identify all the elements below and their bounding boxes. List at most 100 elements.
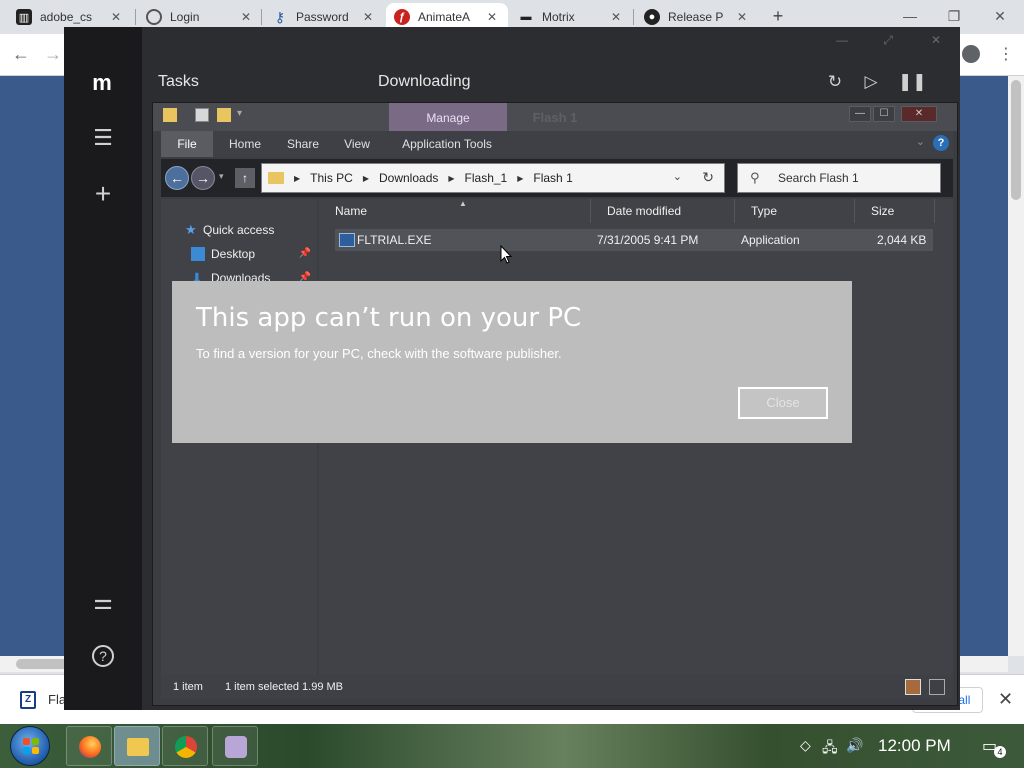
minimize-icon[interactable]: — [898,6,922,26]
address-bar: ← → ▾ ↑ ▶ This PC ▶ Downloads ▶ Flash_1 … [161,159,953,197]
explorer-maximize-icon[interactable]: ☐ [873,106,895,122]
file-explorer-icon [127,738,149,756]
breadcrumb-flash-1-zip[interactable]: Flash_1 [465,171,508,185]
breadcrumb-separator-icon[interactable]: ▶ [448,174,454,183]
recent-locations-icon[interactable]: ▾ [219,171,224,182]
restore-icon[interactable]: ❐ [942,6,966,26]
close-button[interactable]: Close [738,387,828,419]
explorer-close-icon[interactable]: ✕ [901,106,937,122]
volume-icon[interactable]: 🔊 [846,737,863,754]
ribbon-tab-file[interactable]: File [161,131,213,157]
breadcrumb-separator-icon[interactable]: ▶ [294,174,300,183]
item-count: 1 item [173,681,203,693]
refresh-icon[interactable]: ↻ [702,169,714,186]
dialog-message: To find a version for your PC, check wit… [196,346,562,361]
start-button[interactable] [10,726,50,766]
breadcrumb-downloads[interactable]: Downloads [379,171,438,185]
pause-icon[interactable]: ❚❚ [898,71,927,93]
expand-ribbon-icon[interactable]: ⌄ [916,135,925,148]
address-dropdown-icon[interactable]: ⌄ [673,170,682,183]
column-header-size[interactable]: Size [855,199,935,223]
motrix-minimize-icon[interactable]: — [832,33,852,49]
error-dialog: This app can’t run on your PC To find a … [172,281,852,443]
flash-icon: ƒ [394,9,410,25]
ribbon-tab-share[interactable]: Share [277,131,329,157]
ribbon-tab-view[interactable]: View [333,131,381,157]
details-view-icon[interactable] [905,679,921,695]
ribbon-tab-application-tools[interactable]: Application Tools [389,131,505,157]
close-tab-icon[interactable]: ✕ [734,10,750,24]
play-icon[interactable]: ▷ [860,71,882,93]
tab-label: Login [170,10,200,24]
large-icons-view-icon[interactable] [929,679,945,695]
mouse-pointer-icon [500,245,512,264]
file-date: 7/31/2005 9:41 PM [597,233,699,247]
profile-icon[interactable] [962,45,980,63]
breadcrumb-separator-icon[interactable]: ▶ [363,174,369,183]
taskbar-firefox[interactable] [66,726,112,766]
notifications-icon[interactable]: ▭ 4 [982,736,1006,758]
new-tab-button[interactable]: + [768,6,788,26]
close-shelf-icon[interactable]: ✕ [998,689,1013,710]
zip-file-icon: Z [20,691,36,709]
column-header-name[interactable]: Name [319,199,591,223]
taskbar-app[interactable] [212,726,258,766]
forward-icon[interactable]: → [191,166,215,190]
column-header-date[interactable]: Date modified [591,199,735,223]
close-tab-icon[interactable]: ✕ [238,10,254,24]
up-folder-icon[interactable]: ↑ [235,168,255,188]
network-icon[interactable]: 🖧 [822,737,838,761]
library-icon: ▥ [16,9,32,25]
close-tab-icon[interactable]: ✕ [360,10,376,24]
close-tab-icon[interactable]: ✕ [608,10,624,24]
nav-quick-access[interactable]: ★ Quick access [161,219,317,241]
help-icon[interactable]: ? [92,645,114,667]
pin-icon: 📌 [298,248,311,259]
breadcrumb-separator-icon[interactable]: ▶ [517,174,523,183]
explorer-minimize-icon[interactable]: — [849,106,871,122]
settings-sliders-icon[interactable]: ⚌ [90,589,116,615]
breadcrumb[interactable]: ▶ This PC ▶ Downloads ▶ Flash_1 ▶ Flash … [261,163,725,193]
notification-count: 4 [994,746,1006,758]
nav-desktop[interactable]: Desktop 📌 [161,243,317,265]
back-arrow-icon[interactable]: ← [12,44,30,65]
tray-network-diamond-icon[interactable]: ◇ [800,737,811,754]
tab-label: Motrix [542,10,575,24]
motrix-sidebar: m ☰ + ⚌ ? [64,27,142,710]
vertical-scrollbar[interactable] [1008,76,1024,656]
close-tab-icon[interactable]: ✕ [484,10,500,24]
folder-icon [268,172,284,184]
motrix-maximize-icon[interactable]: ⤢ [878,33,898,49]
help-icon[interactable]: ? [933,135,949,151]
downloading-title: Downloading [378,73,471,90]
taskbar-chrome[interactable] [162,726,208,766]
close-tab-icon[interactable]: ✕ [108,10,124,24]
file-size: 2,044 KB [877,233,927,247]
status-bar: 1 item 1 item selected 1.99 MB [161,675,953,699]
motrix-icon: ▬ [520,11,532,23]
more-menu-icon[interactable]: ⋮ [998,44,1014,64]
search-input[interactable]: ⚲ Search Flash 1 [737,163,941,193]
add-task-icon[interactable]: + [90,180,116,208]
globe-icon [146,9,162,25]
taskbar-file-explorer[interactable] [114,726,160,766]
dialog-title: This app can’t run on your PC [196,303,582,333]
app-icon [225,736,247,758]
explorer-title: Flash 1 [532,110,578,125]
breadcrumb-flash-1[interactable]: Flash 1 [533,171,572,185]
menu-icon[interactable]: ☰ [90,125,116,151]
download-arrow-icon: ⬇ [191,270,203,286]
column-header-type[interactable]: Type [735,199,855,223]
refresh-icon[interactable]: ↻ [824,71,846,93]
back-icon[interactable]: ← [165,166,189,190]
selection-info: 1 item selected 1.99 MB [225,681,344,693]
nav-label: Quick access [203,223,275,237]
table-row[interactable]: FLTRIAL.EXE 7/31/2005 9:41 PM Applicatio… [335,229,933,251]
close-window-icon[interactable]: ✕ [988,6,1012,26]
clock[interactable]: 12:00 PM [878,736,951,756]
forward-arrow-icon[interactable]: → [44,44,62,65]
ribbon-tab-home[interactable]: Home [219,131,271,157]
breadcrumb-this-pc[interactable]: This PC [310,171,353,185]
motrix-close-icon[interactable]: ✕ [926,33,946,49]
sort-ascending-icon: ▲ [459,199,467,208]
